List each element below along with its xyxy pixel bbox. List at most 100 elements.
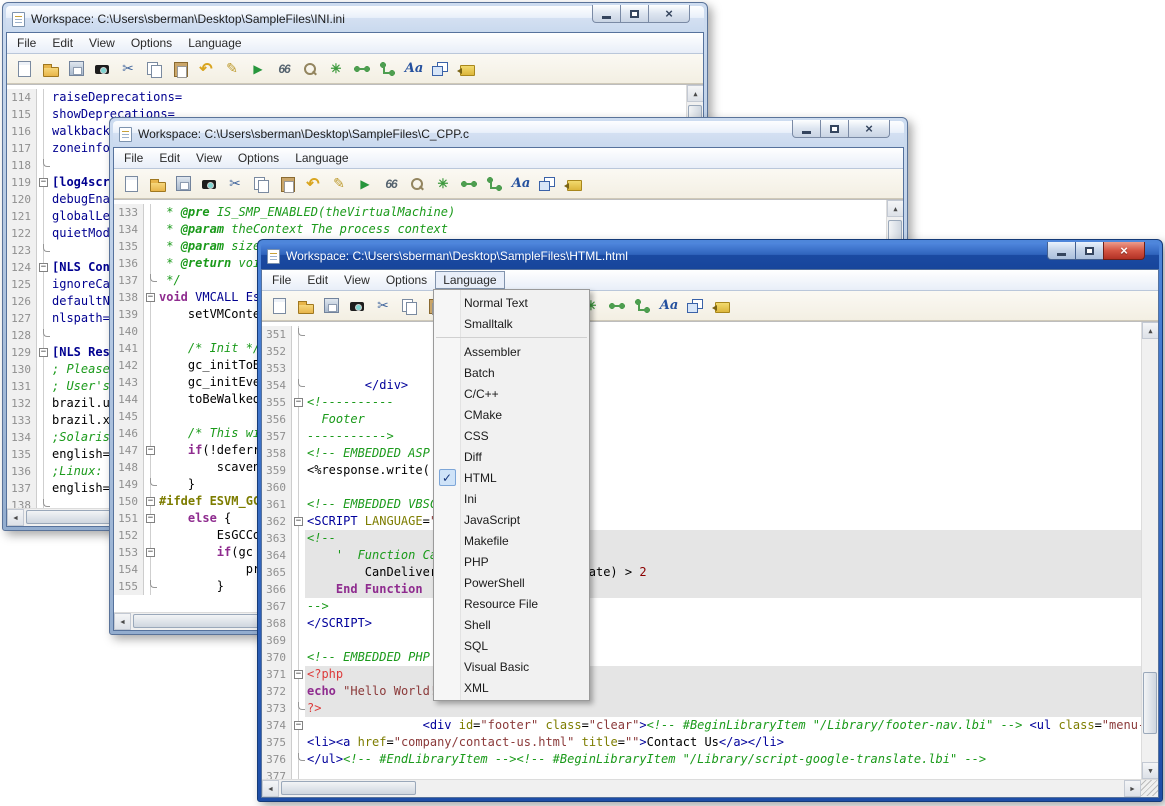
- fold-collapse-icon[interactable]: [146, 446, 155, 455]
- language-menu-item-php[interactable]: PHP: [434, 551, 589, 572]
- minimize-button[interactable]: [792, 120, 821, 138]
- resize-grip[interactable]: [1141, 780, 1158, 796]
- language-menu-item-shell[interactable]: Shell: [434, 614, 589, 635]
- close-button[interactable]: ×: [648, 5, 690, 23]
- menu-options[interactable]: Options: [378, 271, 435, 289]
- fold-collapse-icon[interactable]: [39, 263, 48, 272]
- tag-icon[interactable]: [457, 60, 475, 78]
- maximize-button[interactable]: [1075, 242, 1104, 260]
- horizontal-scrollbar[interactable]: ◄ ►: [262, 779, 1158, 797]
- menu-options[interactable]: Options: [230, 149, 287, 167]
- close-button[interactable]: ×: [848, 120, 890, 138]
- maximize-button[interactable]: [620, 5, 649, 23]
- view-icon[interactable]: [275, 60, 293, 78]
- language-menu-item-html[interactable]: ✓HTML: [434, 467, 589, 488]
- fold-collapse-icon[interactable]: [294, 721, 303, 730]
- font-icon[interactable]: [405, 60, 423, 78]
- copy-icon[interactable]: [400, 297, 418, 315]
- menu-language[interactable]: Language: [180, 34, 249, 52]
- brush-icon[interactable]: [223, 60, 241, 78]
- copy-icon[interactable]: [252, 175, 270, 193]
- menu-edit[interactable]: Edit: [44, 34, 81, 52]
- save-icon[interactable]: [174, 175, 192, 193]
- fold-collapse-icon[interactable]: [146, 548, 155, 557]
- menu-edit[interactable]: Edit: [299, 271, 336, 289]
- language-menu-item-resource-file[interactable]: Resource File: [434, 593, 589, 614]
- undo-icon[interactable]: [304, 175, 322, 193]
- open-folder-icon[interactable]: [148, 175, 166, 193]
- run-icon[interactable]: [356, 175, 374, 193]
- camera-icon[interactable]: [348, 297, 366, 315]
- camera-icon[interactable]: [200, 175, 218, 193]
- fold-collapse-icon[interactable]: [146, 514, 155, 523]
- language-menu-item-css[interactable]: CSS: [434, 425, 589, 446]
- paste-icon[interactable]: [278, 175, 296, 193]
- language-menu-item-normal-text[interactable]: Normal Text: [434, 292, 589, 313]
- language-menu-item-c-c[interactable]: C/C++: [434, 383, 589, 404]
- scroll-up-icon[interactable]: ▲: [687, 85, 703, 102]
- editor[interactable]: 351 </div>352353354 </div>355<!---------…: [262, 321, 1158, 779]
- tag-icon[interactable]: [564, 175, 582, 193]
- cut-icon[interactable]: [226, 175, 244, 193]
- open-folder-icon[interactable]: [41, 60, 59, 78]
- search-icon[interactable]: [301, 60, 319, 78]
- titlebar[interactable]: Workspace: C:\Users\sberman\Desktop\Samp…: [261, 243, 1159, 269]
- view-icon[interactable]: [382, 175, 400, 193]
- fold-collapse-icon[interactable]: [146, 497, 155, 506]
- fold-collapse-icon[interactable]: [294, 517, 303, 526]
- menu-file[interactable]: File: [264, 271, 299, 289]
- save-icon[interactable]: [67, 60, 85, 78]
- font-icon[interactable]: [660, 297, 678, 315]
- arrange-windows-icon[interactable]: [431, 60, 449, 78]
- fold-collapse-icon[interactable]: [39, 178, 48, 187]
- maximize-button[interactable]: [820, 120, 849, 138]
- language-menu-item-batch[interactable]: Batch: [434, 362, 589, 383]
- fold-collapse-icon[interactable]: [294, 670, 303, 679]
- cut-icon[interactable]: [119, 60, 137, 78]
- debug-icon[interactable]: [434, 175, 452, 193]
- fold-collapse-icon[interactable]: [294, 398, 303, 407]
- step-over-icon[interactable]: [608, 297, 626, 315]
- step-into-icon[interactable]: [486, 175, 504, 193]
- font-icon[interactable]: [512, 175, 530, 193]
- step-over-icon[interactable]: [353, 60, 371, 78]
- menu-edit[interactable]: Edit: [151, 149, 188, 167]
- scroll-up-icon[interactable]: ▲: [1142, 322, 1158, 339]
- minimize-button[interactable]: [1047, 242, 1076, 260]
- language-menu-item-powershell[interactable]: PowerShell: [434, 572, 589, 593]
- language-menu-item-sql[interactable]: SQL: [434, 635, 589, 656]
- menu-options[interactable]: Options: [123, 34, 180, 52]
- fold-collapse-icon[interactable]: [39, 348, 48, 357]
- new-file-icon[interactable]: [15, 60, 33, 78]
- menu-view[interactable]: View: [81, 34, 123, 52]
- horizontal-scroll-thumb[interactable]: [281, 781, 416, 795]
- scroll-left-icon[interactable]: ◄: [7, 509, 24, 526]
- brush-icon[interactable]: [330, 175, 348, 193]
- menu-file[interactable]: File: [9, 34, 44, 52]
- step-over-icon[interactable]: [460, 175, 478, 193]
- run-icon[interactable]: [249, 60, 267, 78]
- titlebar[interactable]: Workspace: C:\Users\sberman\Desktop\Samp…: [6, 6, 704, 32]
- scroll-down-icon[interactable]: ▼: [1142, 762, 1158, 779]
- step-into-icon[interactable]: [634, 297, 652, 315]
- new-file-icon[interactable]: [122, 175, 140, 193]
- search-icon[interactable]: [408, 175, 426, 193]
- titlebar[interactable]: Workspace: C:\Users\sberman\Desktop\Samp…: [113, 121, 904, 147]
- step-into-icon[interactable]: [379, 60, 397, 78]
- menu-view[interactable]: View: [336, 271, 378, 289]
- close-button[interactable]: ×: [1103, 242, 1145, 260]
- fold-collapse-icon[interactable]: [146, 293, 155, 302]
- minimize-button[interactable]: [592, 5, 621, 23]
- language-menu-item-xml[interactable]: XML: [434, 677, 589, 698]
- menu-file[interactable]: File: [116, 149, 151, 167]
- language-menu-item-cmake[interactable]: CMake: [434, 404, 589, 425]
- paste-icon[interactable]: [171, 60, 189, 78]
- arrange-windows-icon[interactable]: [538, 175, 556, 193]
- save-icon[interactable]: [322, 297, 340, 315]
- camera-icon[interactable]: [93, 60, 111, 78]
- scroll-left-icon[interactable]: ◄: [262, 780, 279, 797]
- language-menu-item-visual-basic[interactable]: Visual Basic: [434, 656, 589, 677]
- open-folder-icon[interactable]: [296, 297, 314, 315]
- language-menu-item-makefile[interactable]: Makefile: [434, 530, 589, 551]
- scroll-right-icon[interactable]: ►: [1124, 780, 1141, 797]
